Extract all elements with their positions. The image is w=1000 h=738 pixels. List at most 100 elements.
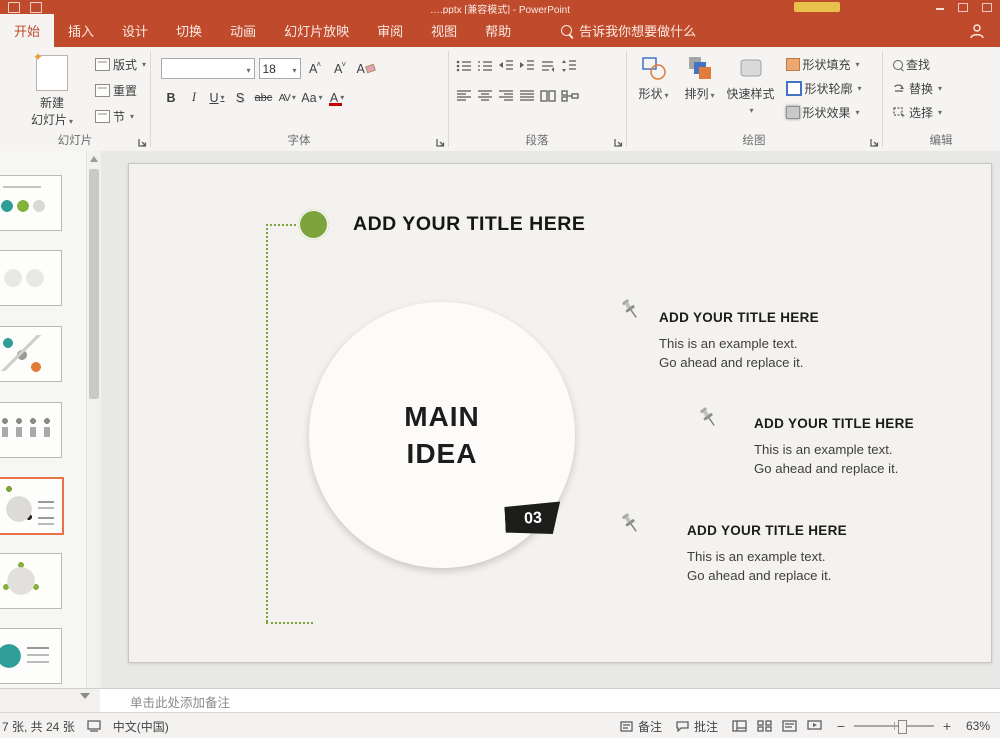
new-slide-button[interactable]: 新建 幻灯片 xyxy=(26,55,78,128)
slideshow-view-icon[interactable] xyxy=(807,720,822,732)
tab-slideshow[interactable]: 幻灯片放映 xyxy=(270,14,363,47)
spell-check-icon[interactable] xyxy=(87,720,101,732)
columns-button[interactable] xyxy=(540,89,556,106)
slide-thumbnail-8[interactable] xyxy=(0,553,62,609)
thumbnail-scrollbar[interactable] xyxy=(86,151,101,688)
green-bullet-circle[interactable] xyxy=(298,209,329,240)
bold-button[interactable]: B xyxy=(161,88,182,107)
shapes-button[interactable]: 形状 xyxy=(633,55,675,102)
quick-styles-button[interactable]: 快速样式 xyxy=(725,55,777,116)
slide-thumbnail-1[interactable] xyxy=(0,175,62,231)
decrease-font-size-button[interactable]: A˅ xyxy=(330,59,351,78)
shape-outline-button[interactable]: 形状轮廓 xyxy=(783,79,865,98)
align-right-button[interactable] xyxy=(498,89,514,106)
scroll-up-icon[interactable] xyxy=(90,156,98,162)
minimize-icon[interactable] xyxy=(936,3,944,10)
slide-thumbnail-9[interactable] xyxy=(0,628,62,684)
status-bar: 7 张, 共 24 张 中文(中国) 备注 批注 − xyxy=(0,712,1000,738)
item-title[interactable]: ADD YOUR TITLE HERE xyxy=(687,523,847,538)
dialog-launcher-icon[interactable] xyxy=(613,137,624,148)
zoom-out-icon[interactable]: − xyxy=(836,718,846,734)
select-button[interactable]: 选择 xyxy=(890,103,945,122)
font-size-combobox[interactable]: 18 xyxy=(259,58,301,79)
tab-animations[interactable]: 动画 xyxy=(216,14,270,47)
search-icon xyxy=(561,25,572,36)
item-title[interactable]: ADD YOUR TITLE HERE xyxy=(754,416,914,431)
tab-review[interactable]: 审阅 xyxy=(363,14,417,47)
close-icon[interactable] xyxy=(982,3,992,12)
tab-view[interactable]: 视图 xyxy=(417,14,471,47)
slide-title-text[interactable]: ADD YOUR TITLE HERE xyxy=(353,213,585,236)
language-status[interactable]: 中文(中国) xyxy=(113,718,169,735)
increase-indent-button[interactable] xyxy=(519,59,535,76)
tell-me-search[interactable]: 告诉我你想要做什么 xyxy=(561,14,696,47)
comments-toggle-button[interactable]: 批注 xyxy=(676,718,718,735)
justify-button[interactable] xyxy=(519,89,535,106)
arrange-icon xyxy=(687,55,713,81)
clear-formatting-button[interactable]: A xyxy=(355,59,377,78)
tab-design[interactable]: 设计 xyxy=(108,14,162,47)
slide-thumbnail-3[interactable] xyxy=(0,326,62,382)
tab-insert[interactable]: 插入 xyxy=(54,14,108,47)
signin-button[interactable] xyxy=(794,2,840,12)
reset-button[interactable]: 重置 xyxy=(92,81,149,100)
dialog-launcher-icon[interactable] xyxy=(435,137,446,148)
dialog-launcher-icon[interactable] xyxy=(137,137,148,148)
layout-button[interactable]: 版式 xyxy=(92,55,149,74)
item-body[interactable]: This is an example text.Go ahead and rep… xyxy=(659,334,803,372)
shape-effects-button[interactable]: 形状效果 xyxy=(783,103,865,122)
group-label-slides: 幻灯片 xyxy=(0,132,150,148)
change-case-button[interactable]: Aa xyxy=(299,88,324,107)
tab-transitions[interactable]: 切换 xyxy=(162,14,216,47)
share-button[interactable] xyxy=(968,14,986,47)
text-direction-button[interactable] xyxy=(540,59,556,76)
align-left-button[interactable] xyxy=(456,89,472,106)
normal-view-icon[interactable] xyxy=(732,720,747,732)
item-title[interactable]: ADD YOUR TITLE HERE xyxy=(659,310,819,325)
tab-home[interactable]: 开始 xyxy=(0,14,54,47)
shape-fill-button[interactable]: 形状填充 xyxy=(783,55,865,74)
font-color-button[interactable]: A xyxy=(327,88,348,107)
line-spacing-button[interactable] xyxy=(561,59,577,76)
character-spacing-button[interactable]: AV xyxy=(276,88,297,107)
slide-number-badge[interactable]: 03 xyxy=(504,502,562,537)
new-slide-label-1: 新建 xyxy=(40,96,64,110)
section-button[interactable]: 节 xyxy=(92,107,149,126)
font-name-combobox[interactable] xyxy=(161,58,255,79)
arrange-button[interactable]: 排列 xyxy=(679,55,721,102)
slide-thumbnail-2[interactable] xyxy=(0,250,62,306)
strikethrough-button[interactable]: abc xyxy=(253,88,275,107)
layout-icon xyxy=(95,58,110,71)
italic-button[interactable]: I xyxy=(184,88,205,107)
decrease-indent-button[interactable] xyxy=(498,59,514,76)
zoom-slider-thumb[interactable] xyxy=(898,720,907,734)
convert-smartart-button[interactable] xyxy=(561,89,579,106)
scrollbar-thumb[interactable] xyxy=(89,169,99,399)
find-button[interactable]: 查找 xyxy=(890,55,945,74)
align-center-button[interactable] xyxy=(477,89,493,106)
notes-pane[interactable]: 单击此处添加备注 xyxy=(100,688,1000,713)
bullets-button[interactable] xyxy=(456,59,472,76)
text-shadow-button[interactable]: S xyxy=(230,88,251,107)
collapse-notes-icon[interactable] xyxy=(80,693,90,699)
numbering-button[interactable] xyxy=(477,59,493,76)
slide-thumbnail-4[interactable] xyxy=(0,402,62,458)
slide-thumbnail-7-selected[interactable] xyxy=(0,477,64,535)
notes-toggle-button[interactable]: 备注 xyxy=(620,718,662,735)
maximize-icon[interactable] xyxy=(958,3,968,12)
window-controls xyxy=(936,3,992,12)
zoom-in-icon[interactable]: + xyxy=(942,718,952,734)
dialog-launcher-icon[interactable] xyxy=(869,137,880,148)
item-body[interactable]: This is an example text.Go ahead and rep… xyxy=(687,547,831,585)
tab-help[interactable]: 帮助 xyxy=(471,14,525,47)
slide-editing-area[interactable]: ADD YOUR TITLE HERE MAIN IDEA 03 ADD YOU… xyxy=(128,163,992,663)
slide-sorter-view-icon[interactable] xyxy=(757,720,772,732)
dashed-connector-line xyxy=(266,622,313,624)
item-body[interactable]: This is an example text.Go ahead and rep… xyxy=(754,440,898,478)
reading-view-icon[interactable] xyxy=(782,720,797,732)
increase-font-size-button[interactable]: A˄ xyxy=(305,59,326,78)
replace-button[interactable]: 替换 xyxy=(890,79,945,98)
zoom-percentage[interactable]: 63% xyxy=(966,719,990,733)
zoom-slider[interactable] xyxy=(854,725,934,727)
underline-button[interactable]: U xyxy=(207,88,228,107)
